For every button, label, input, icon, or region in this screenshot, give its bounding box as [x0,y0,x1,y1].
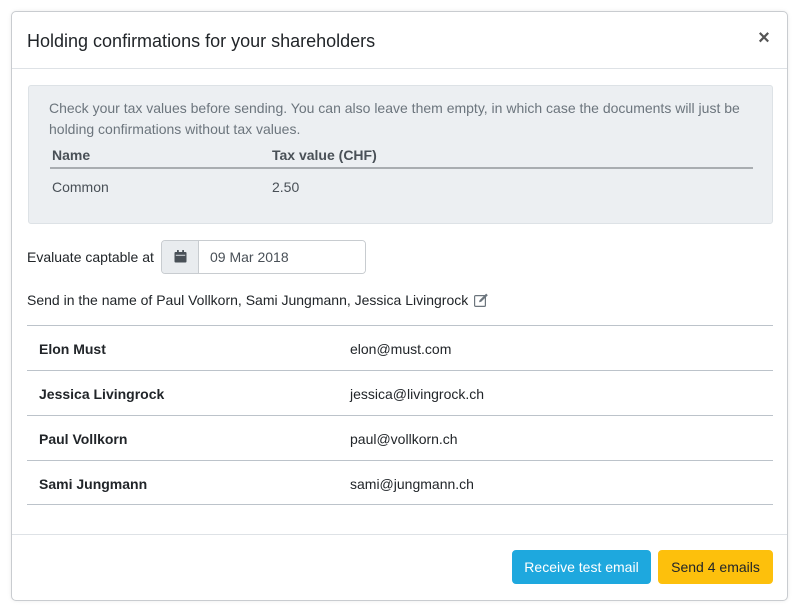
send-emails-button[interactable]: Send 4 emails [658,550,773,584]
recipient-email: sami@jungmann.ch [350,476,474,492]
receive-test-email-button[interactable]: Receive test email [512,550,651,584]
modal-header: Holding confirmations for your sharehold… [12,12,787,69]
captable-date-input[interactable] [199,241,365,273]
send-in-name-line: Send in the name of Paul Vollkorn, Sami … [27,292,489,308]
recipient-email: jessica@livingrock.ch [350,386,485,402]
edit-icon[interactable] [474,293,489,307]
recipient-row: Elon Must elon@must.com [27,325,773,370]
tax-row-name: Common [52,179,109,195]
tax-info-text: Check your tax values before sending. Yo… [49,100,740,137]
tax-info-box: Check your tax values before sending. Yo… [28,85,773,224]
recipient-row: Jessica Livingrock jessica@livingrock.ch [27,370,773,415]
recipient-row: Sami Jungmann sami@jungmann.ch [27,460,773,505]
recipient-email: paul@vollkorn.ch [350,431,458,447]
evaluate-captable-label: Evaluate captable at [27,249,154,265]
modal-title: Holding confirmations for your sharehold… [27,31,376,51]
recipients-list: Elon Must elon@must.com Jessica Livingro… [27,325,773,505]
tax-header-value: Tax value (CHF) [272,147,377,163]
recipient-name: Jessica Livingrock [39,386,165,402]
send-in-name-text: Send in the name of Paul Vollkorn, Sami … [27,292,469,308]
recipient-email: elon@must.com [350,341,452,357]
holding-confirmations-modal: Holding confirmations for your sharehold… [11,11,788,601]
modal-footer: Receive test email Send 4 emails [12,534,787,600]
tax-table: Name Tax value (CHF) Common 2.50 [50,143,753,202]
recipient-name: Sami Jungmann [39,476,148,492]
calendar-icon [174,250,187,263]
tax-header-name: Name [52,147,91,163]
tax-row-value: 2.50 [272,179,300,195]
tax-table-header: Name Tax value (CHF) [50,143,753,169]
close-icon[interactable]: × [757,28,771,48]
date-picker [161,240,366,274]
recipient-name: Elon Must [39,341,106,357]
date-picker-addon[interactable] [162,241,199,273]
recipient-row: Paul Vollkorn paul@vollkorn.ch [27,415,773,460]
tax-table-row: Common 2.50 [50,169,753,202]
recipient-name: Paul Vollkorn [39,431,128,447]
